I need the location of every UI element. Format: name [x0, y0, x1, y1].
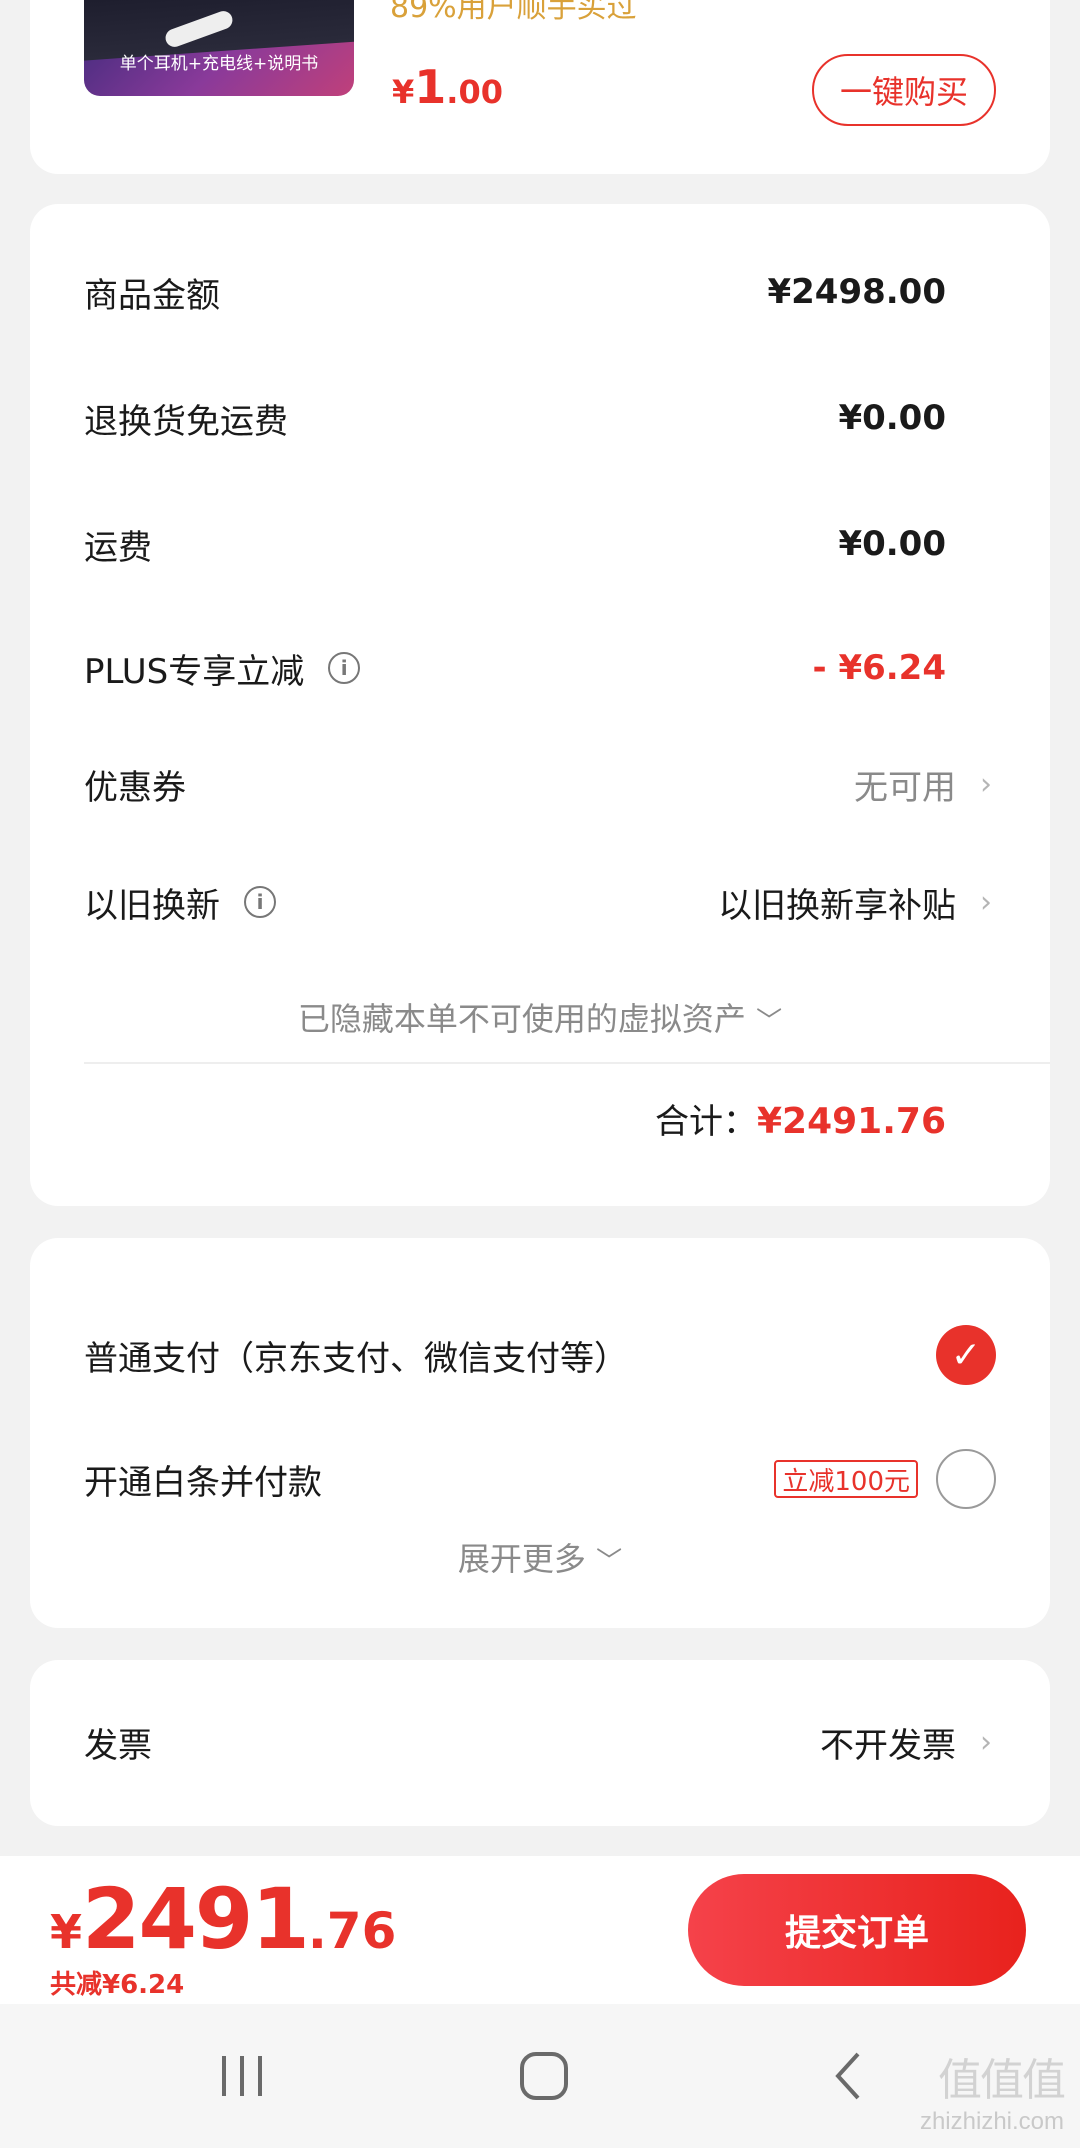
expand-more-text: 展开更多 [457, 1540, 586, 1578]
home-icon[interactable] [514, 2046, 574, 2106]
summary-value: ¥2498.00 [767, 272, 946, 312]
addon-product-card: 单个耳机+充电线+说明书 89%用户顺手买过 ¥1.00 一键购买 [30, 0, 1050, 174]
summary-row-plus-discount: PLUS专享立减 i - ¥6.24 [84, 638, 996, 698]
summary-row-goods-amount: 商品金额 ¥2498.00 [84, 262, 996, 322]
addon-price-symbol: ¥ [392, 73, 415, 111]
summary-label-wrap: 以旧换新 i [84, 878, 276, 927]
watermark-domain: zhizhizhi.com [919, 2108, 1064, 2135]
checkmark-selected-icon[interactable]: ✓ [936, 1325, 996, 1385]
back-icon[interactable] [820, 2046, 880, 2106]
chevron-down-icon: ﹀ [756, 1007, 783, 1037]
chevron-right-icon: › [980, 766, 992, 802]
final-price: ¥2491.76 [50, 1870, 396, 1968]
summary-label: 优惠券 [84, 767, 186, 808]
summary-row-coupon[interactable]: 优惠券 无可用 › [84, 754, 996, 814]
final-price-int: 2491 [82, 1870, 310, 1968]
summary-label: PLUS专享立减 [84, 651, 305, 692]
summary-value: ¥0.00 [838, 524, 946, 564]
addon-price-dec: .00 [446, 73, 503, 111]
summary-value: 无可用 [854, 767, 956, 808]
expand-more-toggle[interactable]: 展开更多 ﹀ [30, 1534, 1050, 1580]
radio-unselected-icon[interactable] [936, 1449, 996, 1509]
final-price-symbol: ¥ [50, 1905, 83, 1959]
chevron-right-icon: › [980, 884, 992, 920]
product-thumbnail[interactable]: 单个耳机+充电线+说明书 [84, 0, 354, 96]
hidden-assets-text: 已隐藏本单不可使用的虚拟资产 [297, 1000, 746, 1038]
summary-label-wrap: PLUS专享立减 i [84, 644, 361, 693]
summary-row-trade-in[interactable]: 以旧换新 i 以旧换新享补贴 › [84, 872, 996, 932]
recent-apps-icon[interactable] [212, 2046, 272, 2106]
total-label: 合计： [654, 1102, 757, 1142]
one-click-buy-button[interactable]: 一键购买 [812, 54, 996, 126]
summary-label: 退换货免运费 [84, 401, 288, 442]
summary-row-return-shipping: 退换货免运费 ¥0.00 [84, 388, 996, 448]
payment-option-right: 立减100元 [774, 1449, 996, 1509]
summary-total: 合计： ¥2491.76 [655, 1094, 946, 1143]
coupon-right: 无可用 › [854, 760, 996, 809]
total-saved-text: 共减¥6.24 [50, 1970, 185, 2000]
summary-value: - ¥6.24 [812, 648, 947, 688]
bought-together-text: 89%用户顺手买过 [390, 0, 637, 25]
payment-method-card: 普通支付（京东支付、微信支付等） ✓ 开通白条并付款 立减100元 展开更多 ﹀ [30, 1238, 1050, 1628]
summary-value: 以旧换新享补贴 [718, 885, 956, 926]
promo-badge: 立减100元 [774, 1460, 918, 1498]
payment-option-normal[interactable]: 普通支付（京东支付、微信支付等） ✓ [84, 1320, 996, 1390]
trade-in-right: 以旧换新享补贴 › [718, 878, 996, 927]
system-nav-bar: 值值值 zhizhizhi.com [0, 2004, 1080, 2148]
watermark: 值值值 zhizhizhi.com [919, 2044, 1066, 2136]
summary-label: 运费 [84, 527, 152, 568]
checkout-bar: ¥2491.76 共减¥6.24 提交订单 [0, 1856, 1080, 2004]
payment-option-baitiao[interactable]: 开通白条并付款 立减100元 [84, 1444, 996, 1514]
chevron-down-icon: ﹀ [596, 1547, 623, 1577]
submit-order-button[interactable]: 提交订单 [688, 1874, 1026, 1986]
payment-option-label: 开通白条并付款 [84, 1462, 322, 1503]
info-icon[interactable]: i [328, 652, 361, 684]
addon-price: ¥1.00 [392, 60, 503, 114]
summary-label: 以旧换新 [84, 885, 220, 926]
invoice-value: 不开发票 [820, 1725, 956, 1766]
summary-value: ¥0.00 [838, 398, 946, 438]
hidden-assets-toggle[interactable]: 已隐藏本单不可使用的虚拟资产 ﹀ [30, 994, 1050, 1040]
addon-price-int: 1 [414, 60, 447, 114]
watermark-logo: 值值值 [938, 2056, 1066, 2105]
invoice-label: 发票 [84, 1725, 152, 1766]
info-icon[interactable]: i [244, 886, 276, 918]
order-summary-card: 商品金额 ¥2498.00 退换货免运费 ¥0.00 运费 ¥0.00 PLUS… [30, 204, 1050, 1206]
invoice-row[interactable]: 发票 不开发票 › [84, 1712, 996, 1772]
summary-label: 商品金额 [84, 275, 220, 316]
product-thumbnail-caption: 单个耳机+充电线+说明书 [119, 54, 319, 74]
final-price-dec: .76 [307, 1902, 397, 1960]
payment-option-label: 普通支付（京东支付、微信支付等） [84, 1338, 628, 1379]
divider [84, 1062, 1050, 1064]
invoice-card[interactable]: 发票 不开发票 › [30, 1660, 1050, 1826]
total-amount: ¥2491.76 [756, 1101, 946, 1142]
summary-row-shipping: 运费 ¥0.00 [84, 514, 996, 574]
invoice-right: 不开发票 › [820, 1718, 996, 1767]
chevron-right-icon: › [980, 1724, 992, 1760]
